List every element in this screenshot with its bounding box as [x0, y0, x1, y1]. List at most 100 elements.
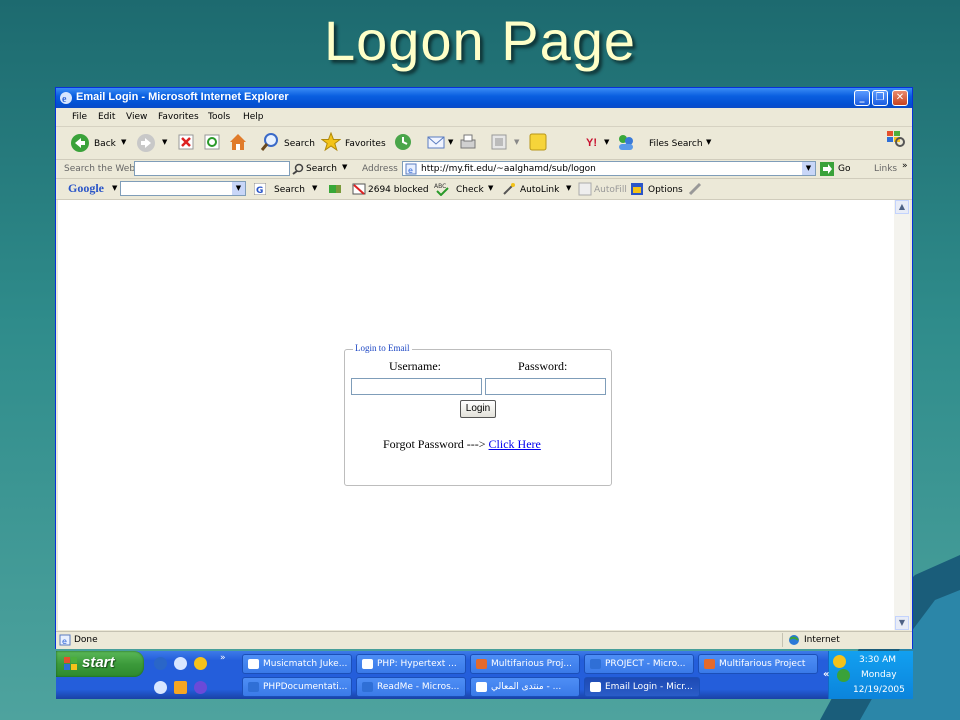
password-input[interactable]: [485, 378, 606, 395]
options-button[interactable]: Options: [648, 185, 683, 195]
spell-check-icon[interactable]: ABC: [434, 182, 450, 196]
mail-dropdown-icon[interactable]: ▼: [448, 138, 453, 146]
clock-time[interactable]: 3:30 AM: [859, 655, 896, 665]
links-chevron-icon[interactable]: »: [902, 161, 908, 171]
back-arrow-icon[interactable]: [70, 133, 90, 153]
search-icon[interactable]: [260, 132, 280, 152]
menu-bar: File Edit View Favorites Tools Help: [56, 108, 912, 142]
system-tray: « 3:30 AM Monday 12/19/2005: [823, 651, 913, 699]
check-dropdown-icon[interactable]: ▼: [488, 184, 493, 192]
vertical-scrollbar[interactable]: ▲ ▼: [894, 200, 910, 630]
task-musicmatch[interactable]: Musicmatch Juke...: [242, 654, 352, 674]
files-search-dropdown-icon[interactable]: ▼: [706, 138, 711, 146]
search-label[interactable]: Search: [284, 139, 315, 149]
quicklaunch-musicmatch-icon[interactable]: [194, 681, 207, 694]
tray-show-hidden-icon[interactable]: «: [823, 669, 829, 680]
minimize-button[interactable]: _: [854, 90, 870, 106]
web-search-icon[interactable]: [292, 163, 304, 175]
links-label[interactable]: Links: [874, 164, 897, 174]
windows-flag-icon: [64, 657, 77, 670]
quicklaunch-clock-icon[interactable]: [154, 657, 167, 670]
task-readme[interactable]: ReadMe - Micros...: [356, 677, 466, 697]
quicklaunch-ie2-icon[interactable]: [154, 681, 167, 694]
address-toolbar: Search the Web Search ▼ Address e http:/…: [56, 160, 912, 179]
web-search-button[interactable]: Search: [306, 164, 337, 174]
forward-dropdown-icon[interactable]: ▼: [162, 138, 167, 146]
forward-arrow-icon[interactable]: [136, 133, 156, 153]
favorites-label[interactable]: Favorites: [345, 139, 386, 149]
yahoo-dropdown-icon[interactable]: ▼: [604, 138, 609, 146]
start-button[interactable]: start: [56, 651, 144, 677]
tray-messenger-icon[interactable]: [833, 655, 846, 668]
google-search-button[interactable]: Search: [274, 185, 305, 195]
google-menu-dropdown-icon[interactable]: ▼: [112, 184, 117, 192]
popup-blocker-icon[interactable]: [352, 182, 366, 196]
mail-icon[interactable]: [426, 133, 448, 151]
check-button[interactable]: Check: [456, 185, 484, 195]
yahoo-messenger-icon[interactable]: Y!: [586, 134, 606, 150]
favorites-star-icon[interactable]: [321, 132, 341, 152]
autolink-dropdown-icon[interactable]: ▼: [566, 184, 571, 192]
quicklaunch-ie-icon[interactable]: [174, 657, 187, 670]
address-dropdown-icon[interactable]: ▼: [802, 162, 815, 175]
google-logo[interactable]: Google: [68, 181, 104, 196]
go-arrow-icon[interactable]: [820, 162, 834, 176]
task-arabic-forum[interactable]: منتدى المعالي - ...: [470, 677, 580, 697]
login-button[interactable]: Login: [460, 400, 496, 418]
messenger-people-icon[interactable]: [616, 132, 636, 152]
task-project-word[interactable]: PROJECT - Micro...: [584, 654, 694, 674]
quicklaunch-smiley-icon[interactable]: [194, 657, 207, 670]
autofill-button[interactable]: AutoFill: [594, 185, 627, 195]
stop-icon[interactable]: [178, 134, 194, 150]
svg-text:Y!: Y!: [586, 137, 597, 149]
autolink-wand-icon[interactable]: [502, 182, 516, 196]
go-button[interactable]: Go: [838, 164, 850, 174]
menu-file[interactable]: File: [72, 112, 87, 122]
discuss-note-icon[interactable]: [528, 132, 548, 152]
task-php-hypertext[interactable]: PHP: Hypertext ...: [356, 654, 466, 674]
task-php-documentation[interactable]: PHPDocumentati...: [242, 677, 352, 697]
edit-icon[interactable]: [490, 133, 508, 151]
scroll-up-icon[interactable]: ▲: [895, 200, 909, 214]
menu-view[interactable]: View: [126, 112, 147, 122]
menu-help[interactable]: Help: [243, 112, 264, 122]
menu-edit[interactable]: Edit: [98, 112, 115, 122]
web-search-input[interactable]: [134, 161, 290, 176]
back-label[interactable]: Back: [94, 139, 116, 149]
highlight-pencil-icon[interactable]: [688, 182, 702, 196]
click-here-link[interactable]: Click Here: [489, 437, 541, 451]
menu-tools[interactable]: Tools: [208, 112, 230, 122]
blocked-count[interactable]: 2694 blocked: [368, 185, 429, 195]
scroll-down-icon[interactable]: ▼: [895, 616, 909, 630]
quicklaunch-chevron-icon[interactable]: »: [220, 653, 226, 663]
autofill-icon[interactable]: [578, 182, 592, 196]
menu-favorites[interactable]: Favorites: [158, 112, 199, 122]
google-search-options-icon[interactable]: ▼: [312, 184, 317, 192]
internet-globe-icon: [789, 635, 799, 645]
google-search-input[interactable]: [120, 181, 246, 196]
options-icon[interactable]: [630, 182, 644, 196]
musicmatch-icon: [248, 659, 259, 669]
address-input[interactable]: e http://my.fit.edu/~aalghamd/sub/logon: [402, 161, 816, 176]
print-icon[interactable]: [458, 132, 478, 152]
history-icon[interactable]: [393, 132, 413, 152]
page-rank-icon[interactable]: [328, 183, 342, 195]
maximize-button[interactable]: ❐: [872, 90, 888, 106]
task-multifarious-proj[interactable]: Multifarious Proj...: [470, 654, 580, 674]
edit-dropdown-icon[interactable]: ▼: [514, 138, 519, 146]
close-button[interactable]: ✕: [892, 90, 908, 106]
refresh-icon[interactable]: [204, 134, 220, 150]
toolbar-options-gear-icon[interactable]: [894, 136, 906, 148]
tray-network-icon[interactable]: [837, 669, 850, 682]
task-multifarious-project[interactable]: Multifarious Project: [698, 654, 818, 674]
username-input[interactable]: [351, 378, 482, 395]
google-search-dropdown-icon[interactable]: ▼: [232, 182, 245, 195]
web-search-dropdown-icon[interactable]: ▼: [342, 163, 347, 171]
quicklaunch-media-icon[interactable]: [174, 681, 187, 694]
window-titlebar[interactable]: e Email Login - Microsoft Internet Explo…: [56, 88, 912, 108]
autolink-button[interactable]: AutoLink: [520, 185, 559, 195]
files-search-label[interactable]: Files Search: [649, 139, 703, 149]
task-email-login[interactable]: Email Login - Micr...: [584, 677, 700, 697]
home-icon[interactable]: [228, 132, 248, 152]
back-dropdown-icon[interactable]: ▼: [121, 138, 126, 146]
